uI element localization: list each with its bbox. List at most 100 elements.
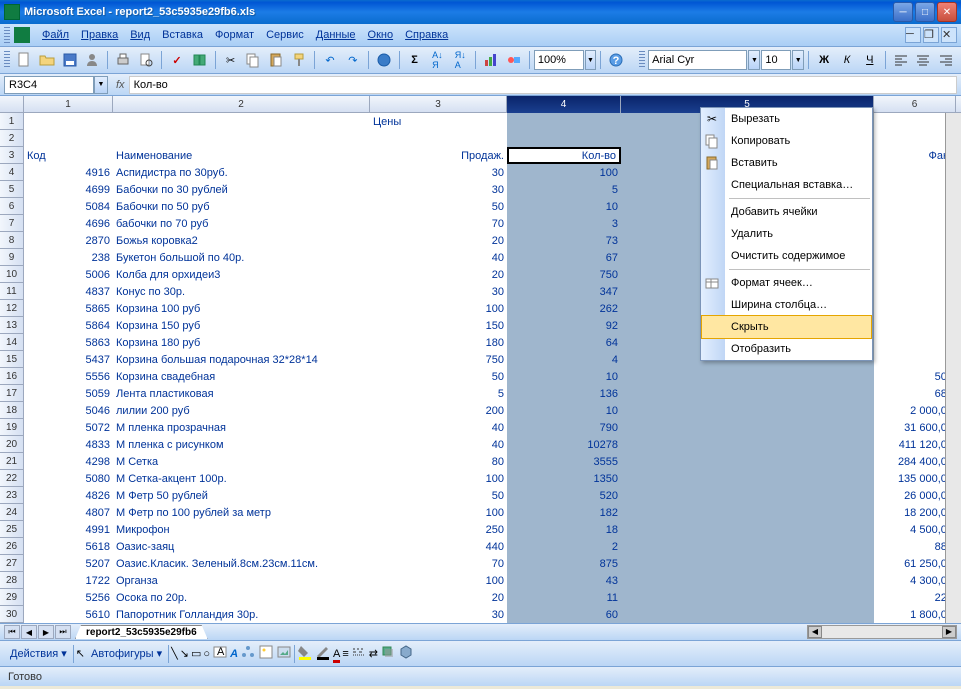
tab-next-button[interactable]: ▶ bbox=[38, 625, 54, 639]
sort-desc-button[interactable]: Я↓А bbox=[449, 49, 471, 71]
shadow-button[interactable] bbox=[380, 644, 396, 663]
row-header[interactable]: 15 bbox=[0, 351, 24, 368]
cell[interactable]: 10 bbox=[507, 368, 621, 385]
cell[interactable]: Органза bbox=[113, 572, 370, 589]
cell[interactable]: 520 bbox=[507, 487, 621, 504]
ctx-format-cells[interactable]: Формат ячеек… bbox=[701, 272, 872, 294]
menu-file[interactable]: Файл bbox=[36, 26, 75, 44]
cell[interactable]: 18 200,00 bbox=[874, 504, 956, 521]
tab-prev-button[interactable]: ◀ bbox=[21, 625, 37, 639]
autoshapes-menu[interactable]: Автофигуры ▾ bbox=[87, 645, 166, 662]
cell[interactable]: 4699 bbox=[24, 181, 113, 198]
menu-window[interactable]: Окно bbox=[362, 26, 400, 44]
fill-color-button[interactable] bbox=[297, 644, 313, 663]
cell[interactable] bbox=[621, 555, 874, 572]
cell[interactable]: 5006 bbox=[24, 266, 113, 283]
row-header[interactable]: 9 bbox=[0, 249, 24, 266]
cell[interactable]: Букетон большой по 40р. bbox=[113, 249, 370, 266]
cell[interactable]: 70 bbox=[370, 215, 507, 232]
row-header[interactable]: 11 bbox=[0, 283, 24, 300]
row-header[interactable]: 16 bbox=[0, 368, 24, 385]
row-header[interactable]: 19 bbox=[0, 419, 24, 436]
cell[interactable]: 10 bbox=[507, 198, 621, 215]
spelling-button[interactable]: ✓ bbox=[166, 49, 188, 71]
cell[interactable] bbox=[24, 130, 113, 147]
drawing-button[interactable] bbox=[503, 49, 525, 71]
row-header[interactable]: 29 bbox=[0, 589, 24, 606]
line-button[interactable]: ╲ bbox=[171, 647, 178, 660]
cell[interactable]: 67 bbox=[507, 249, 621, 266]
row-header[interactable]: 25 bbox=[0, 521, 24, 538]
cell[interactable]: 680 bbox=[874, 385, 956, 402]
cell[interactable]: Наименование bbox=[113, 147, 370, 164]
size-dropdown[interactable]: ▼ bbox=[792, 50, 804, 70]
rectangle-button[interactable]: ▭ bbox=[191, 647, 201, 660]
row-header[interactable]: 20 bbox=[0, 436, 24, 453]
cell[interactable] bbox=[621, 419, 874, 436]
cell[interactable]: 60 bbox=[507, 606, 621, 623]
cell[interactable]: 5256 bbox=[24, 589, 113, 606]
underline-button[interactable]: Ч bbox=[859, 49, 881, 71]
doc-minimize-button[interactable]: ─ bbox=[905, 27, 921, 43]
cell[interactable]: 2 bbox=[507, 538, 621, 555]
cell[interactable]: 180 bbox=[370, 334, 507, 351]
line-style-button[interactable]: ≡ bbox=[342, 648, 348, 660]
research-button[interactable] bbox=[189, 49, 211, 71]
cell[interactable]: Корзина 100 руб bbox=[113, 300, 370, 317]
arrow-button[interactable]: ↘ bbox=[180, 647, 189, 660]
cell[interactable]: 30 bbox=[370, 164, 507, 181]
cell[interactable] bbox=[874, 334, 956, 351]
cell[interactable] bbox=[113, 130, 370, 147]
sheet-tab[interactable]: report2_53c5935e29fb6 bbox=[75, 625, 208, 639]
format-painter-button[interactable] bbox=[288, 49, 310, 71]
cell[interactable]: Микрофон bbox=[113, 521, 370, 538]
cell[interactable]: М Фетр 50 рублей bbox=[113, 487, 370, 504]
open-button[interactable] bbox=[36, 49, 58, 71]
cell[interactable]: 347 bbox=[507, 283, 621, 300]
cell[interactable]: 92 bbox=[507, 317, 621, 334]
zoom-input[interactable]: 100% bbox=[534, 50, 584, 70]
cell[interactable]: 5865 bbox=[24, 300, 113, 317]
cell[interactable] bbox=[874, 232, 956, 249]
cell[interactable]: 5618 bbox=[24, 538, 113, 555]
3d-button[interactable] bbox=[398, 644, 414, 663]
cell[interactable]: 31 600,00 bbox=[874, 419, 956, 436]
cell[interactable] bbox=[621, 470, 874, 487]
cell[interactable] bbox=[24, 113, 113, 130]
cell[interactable]: 440 bbox=[370, 538, 507, 555]
cell[interactable]: 100 bbox=[507, 164, 621, 181]
cell[interactable]: 500 bbox=[874, 368, 956, 385]
cell[interactable]: 750 bbox=[370, 351, 507, 368]
cell[interactable]: 3 bbox=[507, 215, 621, 232]
cell[interactable]: 5046 bbox=[24, 402, 113, 419]
col-header-1[interactable]: 1 bbox=[24, 96, 113, 113]
row-header[interactable]: 3 bbox=[0, 147, 24, 164]
menu-help[interactable]: Справка bbox=[399, 26, 454, 44]
permissions-button[interactable] bbox=[81, 49, 103, 71]
cut-button[interactable]: ✂ bbox=[220, 49, 242, 71]
row-header[interactable]: 13 bbox=[0, 317, 24, 334]
cell[interactable]: 411 120,00 bbox=[874, 436, 956, 453]
cell[interactable]: М Фетр по 100 рублей за метр bbox=[113, 504, 370, 521]
cell[interactable]: 135 000,00 bbox=[874, 470, 956, 487]
cell[interactable]: 200 bbox=[370, 402, 507, 419]
cell[interactable] bbox=[874, 181, 956, 198]
cell[interactable]: Корзина 180 руб bbox=[113, 334, 370, 351]
ctx-unhide[interactable]: Отобразить bbox=[701, 338, 872, 360]
cell[interactable]: бабочки по 70 руб bbox=[113, 215, 370, 232]
cell[interactable]: М пленка прозрачная bbox=[113, 419, 370, 436]
doc-close-button[interactable]: ✕ bbox=[941, 27, 957, 43]
cell[interactable] bbox=[874, 266, 956, 283]
close-button[interactable]: ✕ bbox=[937, 2, 957, 22]
cell[interactable]: 50 bbox=[370, 368, 507, 385]
cell[interactable]: Код bbox=[24, 147, 113, 164]
vertical-scrollbar[interactable] bbox=[945, 113, 961, 623]
menu-edit[interactable]: Правка bbox=[75, 26, 124, 44]
cell[interactable]: 20 bbox=[370, 232, 507, 249]
ctx-cut[interactable]: ✂Вырезать bbox=[701, 108, 872, 130]
cell[interactable]: 5207 bbox=[24, 555, 113, 572]
name-box[interactable]: R3C4 bbox=[4, 76, 94, 94]
cell[interactable]: Оазис-заяц bbox=[113, 538, 370, 555]
cell[interactable]: Факт bbox=[874, 147, 956, 164]
cell[interactable]: 5864 bbox=[24, 317, 113, 334]
